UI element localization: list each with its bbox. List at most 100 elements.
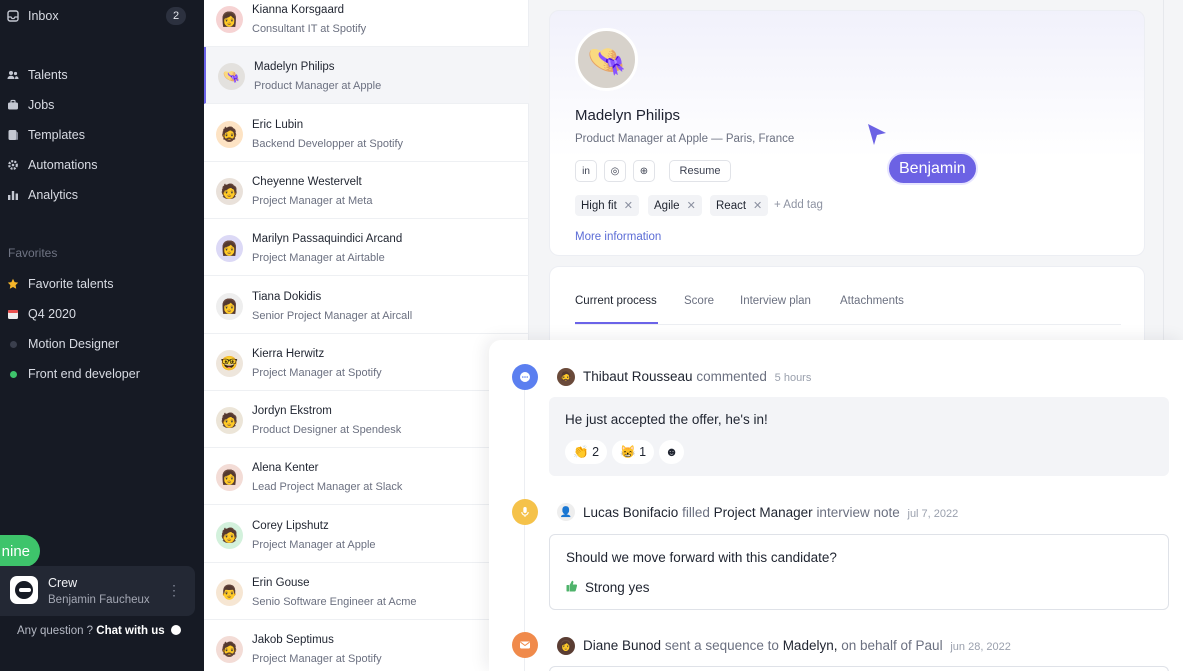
active-tab-indicator <box>575 322 658 324</box>
candidate-row[interactable]: 🧑 Jordyn Ekstrom Product Designer at Spend… <box>204 391 529 449</box>
tab-current-process[interactable]: Current process <box>575 295 657 307</box>
candidate-row[interactable]: 👩 Alena Kenter Lead Project Manager at Sla… <box>204 448 529 506</box>
reaction-cat[interactable]: 😸 1 <box>612 440 655 464</box>
note-answer: Strong yes <box>566 580 650 595</box>
add-reaction-button[interactable]: ☻ <box>659 440 685 464</box>
inbox-count-badge: 2 <box>166 7 186 25</box>
candidate-row[interactable]: 👨 Erin Gouse Senio Software Engineer at Ac… <box>204 563 529 620</box>
candidate-row[interactable]: 🧑 Corey Lipshutz Project Manager at Apple <box>204 506 529 563</box>
event-target[interactable]: Project Manager <box>714 505 813 520</box>
sidebar-item-templates[interactable]: Templates <box>0 122 204 148</box>
candidate-row[interactable]: 🤓 Kierra Herwitz Project Manager at Spotif… <box>204 334 529 391</box>
sidebar-item-label: Analytics <box>28 188 79 202</box>
chat-with-us-link[interactable]: Chat with us <box>96 625 164 637</box>
dribbble-icon[interactable]: ◎ <box>604 160 626 182</box>
remove-tag-icon[interactable]: ✕ <box>753 199 762 212</box>
sidebar: Inbox 2 Talents Jobs Templates Automatio… <box>0 0 204 671</box>
sidebar-item-label: Automations <box>28 158 98 172</box>
tag-react[interactable]: React ✕ <box>710 195 769 216</box>
candidate-row[interactable]: 👩 Marilyn Passaquindici Arcand Project Man… <box>204 219 529 277</box>
candidate-name: Erin Gouse <box>252 577 310 589</box>
workspace-switcher[interactable]: Crew Benjamin Faucheux ⋮ <box>0 566 195 616</box>
avatar: 👤 <box>557 503 575 521</box>
timeline-line <box>524 386 525 671</box>
envelope-icon <box>512 632 538 658</box>
resume-button[interactable]: Resume <box>669 160 731 182</box>
avatar: 🤓 <box>216 349 243 377</box>
candidate-row[interactable]: 🧔 Eric Lubin Backend Developper at Spotify <box>204 105 529 162</box>
sidebar-item-motion-designer[interactable]: Motion Designer <box>0 331 204 357</box>
sidebar-item-automations[interactable]: Automations <box>0 152 204 178</box>
cat-face-icon: 😸 <box>620 444 636 459</box>
event-action: sent a sequence to <box>664 638 779 653</box>
event-time: jul 7, 2022 <box>907 508 959 520</box>
candidate-name: Alena Kenter <box>252 462 319 475</box>
more-information-link[interactable]: More information <box>575 231 661 243</box>
event-author[interactable]: Diane Bunod <box>583 638 661 653</box>
candidate-role: Product Manager at Apple <box>254 80 382 93</box>
reaction-count: 1 <box>639 445 647 459</box>
comment-body: He just accepted the offer, he's in! 👏 2… <box>549 397 1169 476</box>
candidate-row[interactable]: 🧑 Cheyenne Westervelt Project Manager at M… <box>204 162 529 219</box>
collaborator-cursor-icon <box>868 124 886 145</box>
profile-name: Madelyn Philips <box>575 107 681 124</box>
sidebar-item-favorite-talents[interactable]: Favorite talents <box>0 271 204 297</box>
globe-icon[interactable]: ⊕ <box>633 160 655 182</box>
candidate-name: Marilyn Passaquindici Arcand <box>252 233 403 246</box>
tab-score[interactable]: Score <box>684 295 714 307</box>
comment-text: He just accepted the offer, he's in! <box>565 412 768 427</box>
favorites-heading: Favorites <box>8 246 58 260</box>
profile-avatar: 👒 <box>575 28 638 91</box>
gear-icon <box>6 158 20 172</box>
sequence-preview[interactable] <box>549 666 1169 671</box>
remove-tag-icon[interactable]: ✕ <box>624 199 633 212</box>
sidebar-item-q4-2020[interactable]: Q4 2020 <box>0 301 204 327</box>
tab-attachments[interactable]: Attachments <box>840 295 904 307</box>
candidate-list: 👩 Kianna Korsgaard Consultant IT at Spotif… <box>204 0 529 671</box>
candidate-name: Eric Lubin <box>252 118 304 131</box>
candidate-row[interactable]: 🧔 Jakob Septimus Project Manager at Spotif… <box>204 620 529 671</box>
candidate-role: Consultant IT at Spotify <box>252 23 367 35</box>
dot-icon <box>6 367 20 381</box>
candidate-row[interactable]: 👩 Kianna Korsgaard Consultant IT at Spotif… <box>204 0 529 47</box>
linkedin-icon[interactable]: in <box>575 160 597 182</box>
sidebar-item-talents[interactable]: Talents <box>0 62 204 88</box>
tag-agile[interactable]: Agile ✕ <box>648 195 702 216</box>
sidebar-item-analytics[interactable]: Analytics <box>0 182 204 208</box>
candidate-role: Lead Project Manager at Slack <box>252 481 403 494</box>
sidebar-item-jobs[interactable]: Jobs <box>0 92 204 118</box>
candidate-row[interactable]: 👒 Madelyn Philips Product Manager at Apple <box>204 47 529 105</box>
briefcase-icon <box>6 98 20 112</box>
profile-subtitle: Product Manager at Apple — Paris, France <box>575 133 795 145</box>
sidebar-item-label: Front end developer <box>28 367 140 381</box>
tag-high-fit[interactable]: High fit ✕ <box>575 195 640 216</box>
avatar: 🧑 <box>216 407 243 435</box>
add-tag-button[interactable]: + Add tag <box>774 199 823 211</box>
avatar: 🧑 <box>216 177 243 205</box>
candidate-role: Project Manager at Spotify <box>252 653 382 666</box>
tab-interview-plan[interactable]: Interview plan <box>740 295 811 307</box>
chat-bubble-icon[interactable] <box>170 625 181 635</box>
note-answer-text: Strong yes <box>585 580 650 595</box>
sequence-event-header: Diane Bunod sent a sequence to Madelyn, … <box>583 638 1011 653</box>
event-time: 5 hours <box>774 372 812 384</box>
event-action: filled <box>682 505 710 520</box>
interview-note[interactable]: Should we move forward with this candida… <box>549 534 1169 610</box>
sidebar-item-label: Q4 2020 <box>28 307 76 321</box>
event-target[interactable]: Madelyn, <box>783 638 838 653</box>
sidebar-item-front-end-developer[interactable]: Front end developer <box>0 361 204 387</box>
candidate-row[interactable]: 👩 Tiana Dokidis Senior Project Manager at … <box>204 277 529 334</box>
tag-label: High fit <box>581 199 617 212</box>
avatar: 👩 <box>216 6 243 33</box>
event-author[interactable]: Lucas Bonifacio <box>583 505 678 520</box>
comment-event-header: Thibaut Rousseau commented 5 hours <box>583 369 811 384</box>
reaction-count: 2 <box>592 445 600 459</box>
workspace-logo <box>10 576 38 604</box>
event-author[interactable]: Thibaut Rousseau <box>583 369 693 384</box>
users-icon <box>6 68 20 82</box>
sidebar-item-inbox[interactable]: Inbox 2 <box>0 3 204 29</box>
collaborator-cursor-label: Benjamin <box>887 152 978 185</box>
remove-tag-icon[interactable]: ✕ <box>687 199 696 212</box>
more-options-icon[interactable]: ⋮ <box>167 582 181 599</box>
reaction-clap[interactable]: 👏 2 <box>565 440 608 464</box>
